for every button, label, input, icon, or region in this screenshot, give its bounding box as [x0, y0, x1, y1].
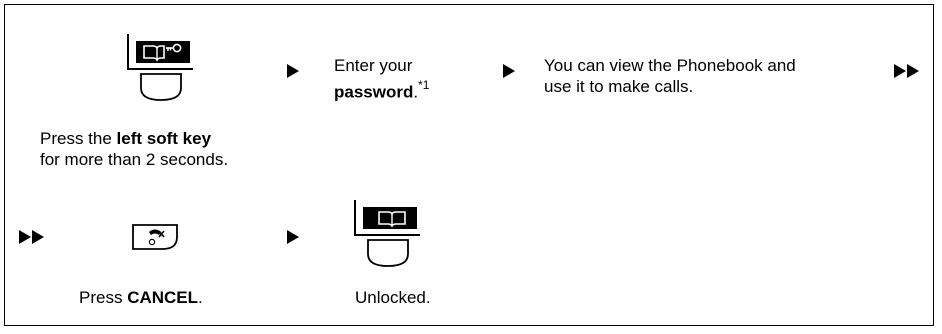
step1-caption-line1: Press the left soft key [40, 129, 211, 149]
arrow-right-icon [287, 230, 299, 244]
arrow-head-icon [907, 64, 919, 78]
step2-line2: password.*1 [334, 77, 429, 103]
phonebook-lock-softkey-icon [127, 34, 193, 101]
step4-caption-bold: CANCEL [127, 288, 199, 307]
step2-line1: Enter your [334, 56, 413, 75]
step1-caption-line2: for more than 2 seconds. [40, 150, 229, 169]
arrow-head-icon [894, 64, 906, 78]
arrow-right-icon [287, 64, 299, 78]
step4-caption-suffix: . [198, 288, 203, 307]
step1-caption-bold: left soft key [116, 129, 212, 148]
double-arrow-right-icon [19, 230, 44, 244]
double-arrow-right-icon [894, 64, 919, 78]
step3-line1: You can view the Phonebook and [544, 56, 796, 75]
step3-line2: use it to make calls. [544, 77, 694, 96]
arrow-head-icon [19, 230, 31, 244]
step2-footnote: *1 [418, 78, 430, 92]
step5-caption: Unlocked. [355, 288, 431, 307]
step4-caption-prefix: Press [79, 288, 128, 307]
arrow-head-icon [32, 230, 44, 244]
step1-caption-prefix: Press the [40, 129, 117, 148]
cancel-key-icon [132, 224, 178, 250]
arrow-right-icon [503, 64, 515, 78]
step4-caption: Press CANCEL. [79, 288, 203, 308]
phonebook-softkey-icon [354, 200, 420, 267]
step2-bold: password [334, 82, 414, 102]
